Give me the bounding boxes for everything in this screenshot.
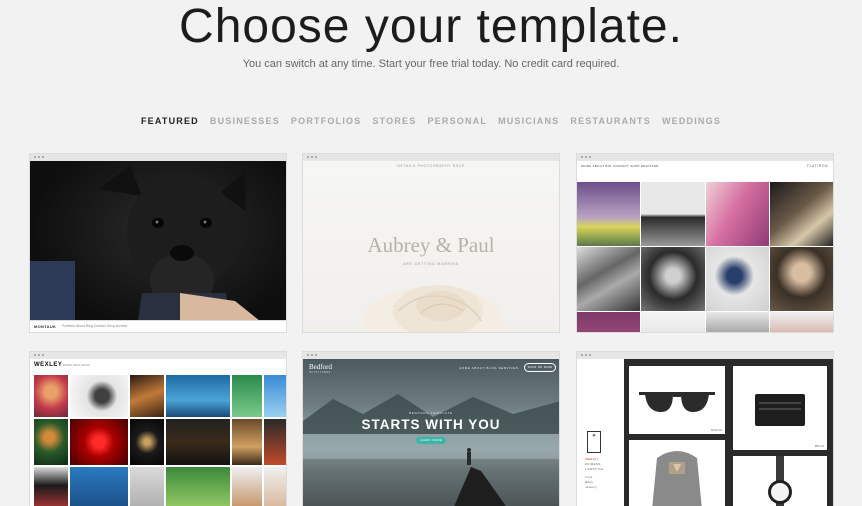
grid-photo: [34, 419, 68, 465]
tab-personal[interactable]: PERSONAL: [427, 115, 487, 127]
template-card-wedding[interactable]: DETAILS PHOTOGRAPHY RSVP Aubrey & Paul A…: [302, 153, 560, 333]
grid-photo: [34, 375, 68, 417]
grid-photo: [264, 375, 286, 417]
grid-photo: [130, 375, 164, 417]
browser-chrome: [30, 352, 286, 359]
product-watch: [733, 456, 827, 506]
grid-photo: [166, 467, 230, 506]
template-preview: Bedford OUTFITTERS HOME ABOUT BLOG SERVI…: [303, 359, 559, 506]
browser-chrome: [303, 352, 559, 359]
template-preview: ▦ WEEKLY WOMENS LIFESTYLE Tops Bags Jewe…: [577, 359, 833, 506]
site-nav-links: Portfolio About Blog Contact Shop Archiv…: [62, 324, 128, 328]
template-preview: WEXLEY WORK INFO SHOP: [30, 359, 286, 506]
grid-photo: [705, 182, 769, 246]
dog-illustration: [30, 166, 260, 321]
grid-photo: [769, 182, 833, 246]
grid-photo: [705, 247, 769, 311]
grid-photo: [264, 467, 286, 506]
grid-photo: [232, 419, 262, 465]
grid-photo: [577, 182, 641, 246]
grid-photo: [264, 419, 286, 465]
product-backpack: [629, 440, 725, 506]
shop-subcategory: Jewelry: [585, 485, 598, 489]
site-brand: WEXLEY: [34, 362, 63, 368]
product-price: $180.00: [711, 428, 722, 432]
site-brand: Bedford: [309, 363, 332, 371]
grid-photo: [70, 375, 128, 417]
browser-chrome: [577, 352, 833, 359]
grid-photo: [641, 182, 705, 246]
product-price: $85.00: [814, 444, 824, 448]
grid-photo: [769, 312, 833, 332]
signup-button: SIGN UP NOW: [524, 363, 556, 372]
template-card-shop[interactable]: ▦ WEEKLY WOMENS LIFESTYLE Tops Bags Jewe…: [576, 351, 834, 506]
grid-photo: [130, 467, 164, 506]
wallet-icon: [755, 394, 805, 426]
tab-portfolios[interactable]: PORTFOLIOS: [291, 115, 362, 127]
template-preview: MONTAUK Portfolio About Blog Contact Sho…: [30, 161, 286, 332]
shop-category-list: WEEKLY WOMENS LIFESTYLE Tops Bags Jewelr…: [585, 457, 604, 490]
grid-photo: [641, 312, 705, 332]
product-wallet: $85.00: [733, 366, 827, 450]
watch-icon: [768, 456, 792, 506]
site-brand: FLATIRON: [806, 164, 828, 168]
hero-kicker: BEDFORD TEMPLATE: [409, 411, 453, 415]
grid-photo: [166, 375, 230, 417]
grid-photo: [232, 467, 262, 506]
template-preview: DETAILS PHOTOGRAPHY RSVP Aubrey & Paul A…: [303, 161, 559, 332]
grid-photo: [166, 419, 230, 465]
grid-photo: [705, 312, 769, 332]
template-card-wexley[interactable]: WEXLEY WORK INFO SHOP: [29, 351, 287, 506]
backpack-icon: [652, 451, 702, 506]
shop-sidebar: ▦ WEEKLY WOMENS LIFESTYLE Tops Bags Jewe…: [577, 359, 624, 506]
grid-photo: [34, 467, 68, 506]
template-preview: WORK ABOUT BIO CONTACT SHOP REGISTER FLA…: [577, 161, 833, 332]
shop-category: LIFESTYLE: [585, 467, 604, 471]
learn-more-button: LEARN MORE: [416, 437, 446, 444]
grid-photo: [70, 467, 128, 506]
grid-photo: [130, 419, 164, 465]
sunglasses-icon: [639, 392, 715, 412]
tab-featured[interactable]: FEATURED: [141, 115, 199, 127]
photo-grid: [577, 182, 833, 332]
template-card-bedford[interactable]: Bedford OUTFITTERS HOME ABOUT BLOG SERVI…: [302, 351, 560, 506]
grid-photo: [641, 247, 705, 311]
grid-photo: [769, 247, 833, 311]
site-nav-links: HOME ABOUT BLOG SERVICES: [459, 366, 519, 370]
site-footer-bar: MONTAUK Portfolio About Blog Contact Sho…: [30, 320, 286, 332]
browser-chrome: [577, 154, 833, 161]
site-nav-links: WORK INFO SHOP: [63, 363, 90, 367]
hero-title: STARTS WITH YOU: [361, 417, 501, 432]
page-subtitle: You can switch at any time. Start your f…: [242, 58, 620, 70]
site-brand: MONTAUK: [34, 324, 57, 329]
site-brand-subtitle: OUTFITTERS: [309, 371, 331, 374]
grid-photo: [577, 312, 641, 332]
product-sunglasses: $180.00: [629, 366, 725, 434]
tab-musicians[interactable]: MUSICIANS: [498, 115, 559, 127]
tab-stores[interactable]: STORES: [372, 115, 416, 127]
browser-chrome: [30, 154, 286, 161]
tab-restaurants[interactable]: RESTAURANTS: [570, 115, 651, 127]
mountain-illustration: [303, 394, 559, 506]
template-card-flatiron[interactable]: WORK ABOUT BIO CONTACT SHOP REGISTER FLA…: [576, 153, 834, 333]
page-title: Choose your template.: [179, 0, 683, 53]
grid-photo: [232, 375, 262, 417]
shop-logo: ▦: [587, 431, 601, 453]
template-card-montauk[interactable]: MONTAUK Portfolio About Blog Contact Sho…: [29, 153, 287, 333]
rose-illustration: [363, 285, 503, 332]
browser-chrome: [303, 154, 559, 161]
category-nav: FEATURED BUSINESSES PORTFOLIOS STORES PE…: [0, 115, 862, 127]
grid-photo: [577, 247, 641, 311]
tab-weddings[interactable]: WEDDINGS: [662, 115, 721, 127]
photo-grid: [34, 375, 286, 506]
grid-photo: [70, 419, 128, 465]
site-nav-links: WORK ABOUT BIO CONTACT SHOP REGISTER: [581, 164, 659, 168]
tab-businesses[interactable]: BUSINESSES: [210, 115, 280, 127]
